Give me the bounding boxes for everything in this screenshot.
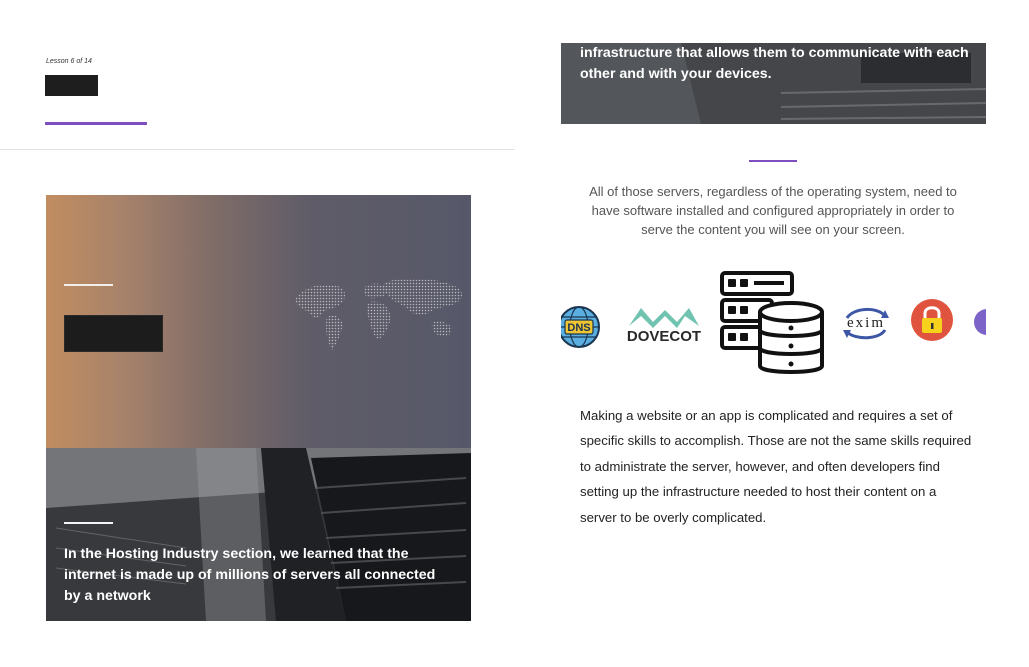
exim-logo-icon: exim — [843, 308, 889, 340]
photo-dash-line — [64, 522, 113, 524]
servers-software-paragraph: All of those servers, regardless of the … — [589, 184, 957, 237]
section-divider — [0, 149, 515, 150]
website-complexity-paragraph: Making a website or an app is complicate… — [580, 408, 972, 525]
hosting-intro-text: In the Hosting Industry section, we lear… — [64, 546, 436, 604]
hero-dash-line — [64, 284, 113, 286]
partial-logo-icon — [974, 309, 986, 335]
dovecot-label: DOVECOT — [627, 328, 701, 345]
accent-divider-right — [749, 160, 797, 162]
top-server-photo: infrastructure that allows them to commu… — [561, 43, 986, 124]
lesson-tag-block — [45, 75, 98, 96]
world-map-icon — [295, 278, 463, 350]
dns-globe-icon: DNS — [561, 306, 600, 348]
dovecot-logo-icon: DOVECOT — [627, 308, 701, 345]
lesson-progress-label: Lesson 6 of 14 — [46, 58, 92, 65]
server-photo-card: In the Hosting Industry section, we lear… — [46, 448, 471, 621]
accent-divider — [45, 122, 147, 125]
exim-label: exim — [847, 315, 885, 331]
dns-label: DNS — [567, 322, 590, 334]
server-database-icon — [720, 271, 824, 374]
server-software-logos: DNS DOVECOT exim — [561, 266, 986, 381]
hero-title-block — [64, 315, 163, 352]
ssl-lock-icon — [911, 299, 953, 341]
infrastructure-text: infrastructure that allows them to commu… — [580, 45, 969, 82]
hero-banner — [46, 195, 471, 448]
